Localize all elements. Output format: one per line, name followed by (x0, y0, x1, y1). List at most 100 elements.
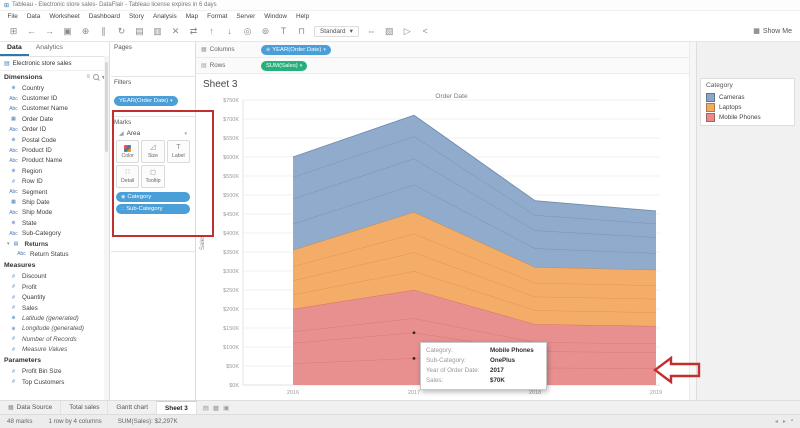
field-state[interactable]: ⊕State (0, 218, 109, 228)
swap-axes-icon[interactable]: ⇄ (188, 26, 199, 37)
field-returns[interactable]: ▾▤Returns (0, 239, 109, 249)
status-next-icon[interactable]: ▸ (783, 418, 786, 425)
save-icon[interactable]: ▣ (62, 26, 73, 37)
field-measure-values[interactable]: #Measure Values (0, 344, 109, 354)
filter-pill-year-order-date[interactable]: YEAR(Order Date)▾ (114, 96, 178, 106)
menu-data[interactable]: Data (22, 13, 45, 20)
presentation-mode-icon[interactable]: ▷ (402, 26, 413, 37)
marks-pill-category[interactable]: ◉Category (116, 192, 190, 202)
marks-card[interactable]: Marks ◢ Area ▾ Color◿SizeTLabel ∷Detail◻… (111, 117, 195, 252)
worksheet-scrollbar[interactable] (689, 42, 696, 400)
field-order-id[interactable]: AbcOrder ID (0, 125, 109, 135)
pause-updates-icon[interactable]: ∥ (98, 26, 109, 37)
filters-card[interactable]: Filters YEAR(Order Date)▾ (111, 77, 195, 117)
highlight-icon[interactable]: ◎ (242, 26, 253, 37)
highlighted-mark-point[interactable] (413, 331, 416, 334)
field-product-id[interactable]: AbcProduct ID (0, 145, 109, 155)
sort-ascending-icon[interactable]: ↑ (206, 26, 217, 37)
pages-card[interactable]: Pages (111, 42, 195, 77)
field-quantity[interactable]: #Quantity (0, 292, 109, 302)
duplicate-icon[interactable]: ▥ (152, 26, 163, 37)
field-label: Postal Code (22, 137, 56, 144)
tab-data[interactable]: Data (0, 42, 29, 56)
menu-server[interactable]: Server (232, 13, 260, 20)
redo-icon[interactable]: → (44, 26, 55, 37)
menu-map[interactable]: Map (181, 13, 202, 20)
field-latitude-generated[interactable]: ⊕Latitude (generated) (0, 313, 109, 323)
field-product-name[interactable]: AbcProduct Name (0, 156, 109, 166)
field-customer-name[interactable]: AbcCustomer Name (0, 104, 109, 114)
field-row-id[interactable]: #Row ID (0, 177, 109, 187)
menu-story[interactable]: Story (125, 13, 149, 20)
field-customer-id[interactable]: AbcCustomer ID (0, 93, 109, 103)
marks-pill-sub-category[interactable]: ∷Sub-Category (116, 204, 190, 214)
show-me-button[interactable]: ▦Show Me (753, 27, 792, 35)
sheet-tab-sheet-3[interactable]: Sheet 3 (157, 401, 197, 414)
rows-shelf[interactable]: ▤ Rows SUM(Sales) ▾ (196, 58, 689, 74)
sheet-tab-data-source[interactable]: ▦Data Source (0, 401, 61, 414)
new-worksheet-icon[interactable]: ▤ (134, 26, 145, 37)
label-button[interactable]: TLabel (167, 140, 190, 163)
new-worksheet-icon[interactable]: ▤ (203, 404, 209, 412)
columns-shelf[interactable]: ▦ Columns ⊕ YEAR(Order Date) ▾ (196, 42, 689, 58)
menu-format[interactable]: Format (203, 13, 232, 20)
field-longitude-generated[interactable]: ⊕Longitude (generated) (0, 324, 109, 334)
add-data-icon[interactable]: ⊕ (80, 26, 91, 37)
sheet-tab-total-sales[interactable]: Total sales (61, 401, 108, 414)
menu-analysis[interactable]: Analysis (148, 13, 181, 20)
field-sub-category[interactable]: AbcSub-Category (0, 228, 109, 238)
columns-pill[interactable]: ⊕ YEAR(Order Date) ▾ (261, 45, 331, 55)
field-sales[interactable]: #Sales (0, 303, 109, 313)
group-members-icon[interactable]: ⊚ (260, 26, 271, 37)
search-icon[interactable] (93, 74, 99, 80)
field-discount[interactable]: #Discount (0, 272, 109, 282)
clear-sheet-icon[interactable]: ✕ (170, 26, 181, 37)
legend-item-mobile-phones[interactable]: Mobile Phones (706, 112, 789, 122)
run-updates-icon[interactable]: ↻ (116, 26, 127, 37)
tooltip-button[interactable]: ◻Tooltip (141, 165, 164, 188)
datasource-row[interactable]: ▤ Electronic store sales (0, 57, 109, 71)
legend-item-cameras[interactable]: Cameras (706, 92, 789, 102)
field-ship-mode[interactable]: AbcShip Mode (0, 208, 109, 218)
show-cards-icon[interactable]: ▧ (384, 26, 395, 37)
field-postal-code[interactable]: ⊕Postal Code (0, 135, 109, 145)
field-country[interactable]: ⊕Country (0, 83, 109, 93)
view-options-icon[interactable]: ≡ (86, 74, 90, 80)
fit-dropdown[interactable]: Standard▾ (314, 26, 359, 37)
rows-pill[interactable]: SUM(Sales) ▾ (261, 61, 307, 71)
sort-descending-icon[interactable]: ↓ (224, 26, 235, 37)
size-button[interactable]: ◿Size (141, 140, 164, 163)
color-button[interactable]: Color (116, 140, 139, 163)
field-order-date[interactable]: ▦Order Date (0, 114, 109, 124)
menu-file[interactable]: File (3, 13, 22, 20)
fit-width-icon[interactable]: ⇔ (366, 26, 377, 37)
share-icon[interactable]: < (420, 26, 431, 37)
field-segment[interactable]: AbcSegment (0, 187, 109, 197)
field-top-customers[interactable]: #Top Customers (0, 377, 109, 387)
new-story-icon[interactable]: ▣ (223, 404, 229, 412)
field-profit-bin-size[interactable]: #Profit Bin Size (0, 367, 109, 377)
show-mark-labels-icon[interactable]: T (278, 26, 289, 37)
field-number-of-records[interactable]: #Number of Records (0, 334, 109, 344)
status-prev-icon[interactable]: ◂ (775, 418, 778, 425)
legend-item-laptops[interactable]: Laptops (706, 102, 789, 112)
field-profit[interactable]: #Profit (0, 282, 109, 292)
tableau-logo-icon[interactable]: ⊞ (8, 26, 19, 37)
field-region[interactable]: ⊕Region (0, 166, 109, 176)
tab-analytics[interactable]: Analytics (29, 42, 70, 56)
mark-type-dropdown[interactable]: ◢ Area ▾ (116, 129, 190, 138)
data-panel-scrollbar[interactable] (104, 56, 109, 400)
menu-window[interactable]: Window (260, 13, 292, 20)
field-ship-date[interactable]: ▦Ship Date (0, 197, 109, 207)
field-return-status[interactable]: AbcReturn Status (0, 249, 109, 259)
new-dashboard-icon[interactable]: ▦ (213, 404, 219, 412)
menu-worksheet[interactable]: Worksheet (45, 13, 84, 20)
color-legend-card[interactable]: Category CamerasLaptopsMobile Phones (700, 78, 795, 126)
sheet-tab-gantt-chart[interactable]: Gantt chart (108, 401, 157, 414)
menu-dashboard[interactable]: Dashboard (84, 13, 124, 20)
menu-help[interactable]: Help (291, 13, 313, 20)
undo-icon[interactable]: ← (26, 26, 37, 37)
fix-axes-icon[interactable]: ⊓ (296, 26, 307, 37)
detail-button[interactable]: ∷Detail (116, 165, 139, 188)
highlighted-mark-point[interactable] (413, 357, 416, 360)
